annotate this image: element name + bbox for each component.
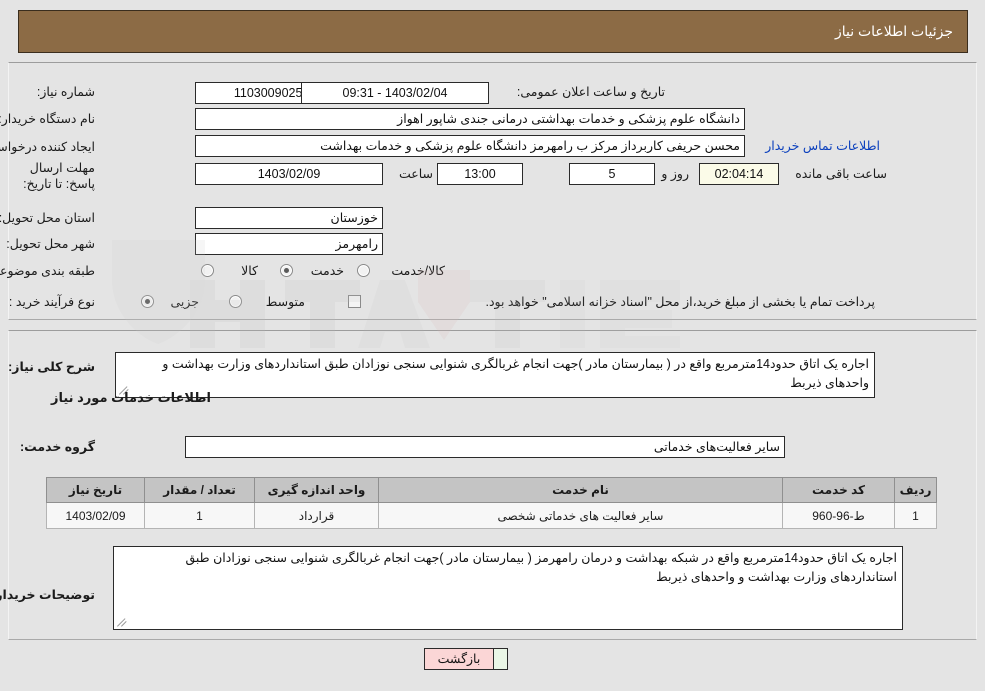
buyer-org-label: نام دستگاه خریدار: [0,112,95,126]
resize-grip-icon [116,616,128,628]
page-header: جزئیات اطلاعات نیاز [18,10,968,53]
category-label: طبقه بندی موضوعی: [0,264,95,278]
col-need-date: تاریخ نیاز [46,477,145,503]
province-field[interactable]: خوزستان [195,207,383,229]
purchase-process-radio-jozii[interactable] [141,295,154,308]
table-header-row: ردیف کد خدمت نام خدمت واحد اندازه گیری ت… [46,477,937,503]
days-remaining-field[interactable]: 5 [569,163,655,185]
col-service-name: نام خدمت [378,477,783,503]
cell-need-date: 1403/02/09 [46,502,145,529]
category-radio-kala-label: کالا [241,264,258,278]
treasury-bond-checkbox[interactable] [348,295,361,308]
category-radio-kala-khedmat[interactable] [357,264,370,277]
requester-label: ایجاد کننده درخواست: [0,140,95,154]
cell-service-name: سایر فعالیت های خدماتی شخصی [378,502,783,529]
services-section-heading: اطلاعات خدمات مورد نیاز [50,390,211,405]
general-description-label: شرح کلی نیاز: [8,360,95,374]
city-field[interactable]: رامهرمز [195,233,383,255]
cell-service-code: ط-96-960 [782,502,895,529]
page-title: جزئیات اطلاعات نیاز [834,23,953,39]
buyer-notes-textarea[interactable]: اجاره یک اتاق حدود14مترمربع واقع در شبکه… [113,546,903,630]
category-radio-khedmat-label: خدمت [310,264,344,278]
cell-quantity: 1 [144,502,255,529]
buyer-notes-text: اجاره یک اتاق حدود14مترمربع واقع در شبکه… [185,551,897,584]
province-label: استان محل تحویل: [0,211,95,225]
buyer-org-field[interactable]: دانشگاه علوم پزشکی و خدمات بهداشتی درمان… [195,108,745,130]
category-radio-khedmat[interactable] [280,264,293,277]
cell-row-no: 1 [894,502,937,529]
category-radio-kala[interactable] [201,264,214,277]
col-quantity: تعداد / مقدار [144,477,255,503]
countdown-field: 02:04:14 [699,163,779,185]
need-summary-panel [8,62,977,320]
services-table: ردیف کد خدمت نام خدمت واحد اندازه گیری ت… [46,477,937,529]
announce-datetime-field[interactable]: 1403/02/04 - 09:31 [301,82,489,104]
purchase-process-label: نوع فرآیند خرید : [8,295,95,309]
table-row: 1 ط-96-960 سایر فعالیت های خدماتی شخصی ق… [46,502,937,529]
buyer-contact-link[interactable]: اطلاعات تماس خریدار [765,137,880,155]
buyer-notes-label: توضیحات خریدار: [0,588,95,602]
deadline-hour-label: ساعت [398,167,433,181]
purchase-process-radio-motevaset[interactable] [229,295,242,308]
col-row-no: ردیف [894,477,937,503]
purchase-process-radio-motevaset-label: متوسط [265,295,305,309]
city-label: شهر محل تحویل: [6,237,95,251]
back-button[interactable]: بازگشت [424,648,494,670]
deadline-date-field[interactable]: 1403/02/09 [195,163,383,185]
purchase-process-radio-jozii-label: جزیی [170,295,199,309]
need-number-label: شماره نیاز: [36,85,95,99]
cell-unit: قرارداد [254,502,379,529]
service-group-label: گروه خدمت: [19,440,95,454]
announce-datetime-label: تاریخ و ساعت اعلان عمومی: [516,85,665,99]
days-remaining-label: روز و [661,167,689,181]
requester-field[interactable]: محسن حریفی کاربرداز مرکز ب رامهرمز دانشگ… [195,135,745,157]
countdown-label: ساعت باقی مانده [795,167,887,181]
general-description-textarea[interactable]: اجاره یک اتاق حدود14مترمربع واقع در ( بی… [115,352,875,398]
col-unit: واحد اندازه گیری [254,477,379,503]
category-radio-kala-khedmat-label: کالا/خدمت [391,264,445,278]
deadline-label: مهلت ارسال پاسخ: تا تاریخ: [23,161,95,191]
treasury-bond-checkbox-label: پرداخت تمام یا بخشی از مبلغ خرید،از محل … [485,295,875,309]
general-description-text: اجاره یک اتاق حدود14مترمربع واقع در ( بی… [162,357,869,390]
service-group-field[interactable]: سایر فعالیت‌های خدماتی [185,436,785,458]
deadline-hour-field[interactable]: 13:00 [437,163,523,185]
col-service-code: کد خدمت [782,477,895,503]
page-root: جزئیات اطلاعات نیاز شماره نیاز: 11030090… [0,0,985,691]
